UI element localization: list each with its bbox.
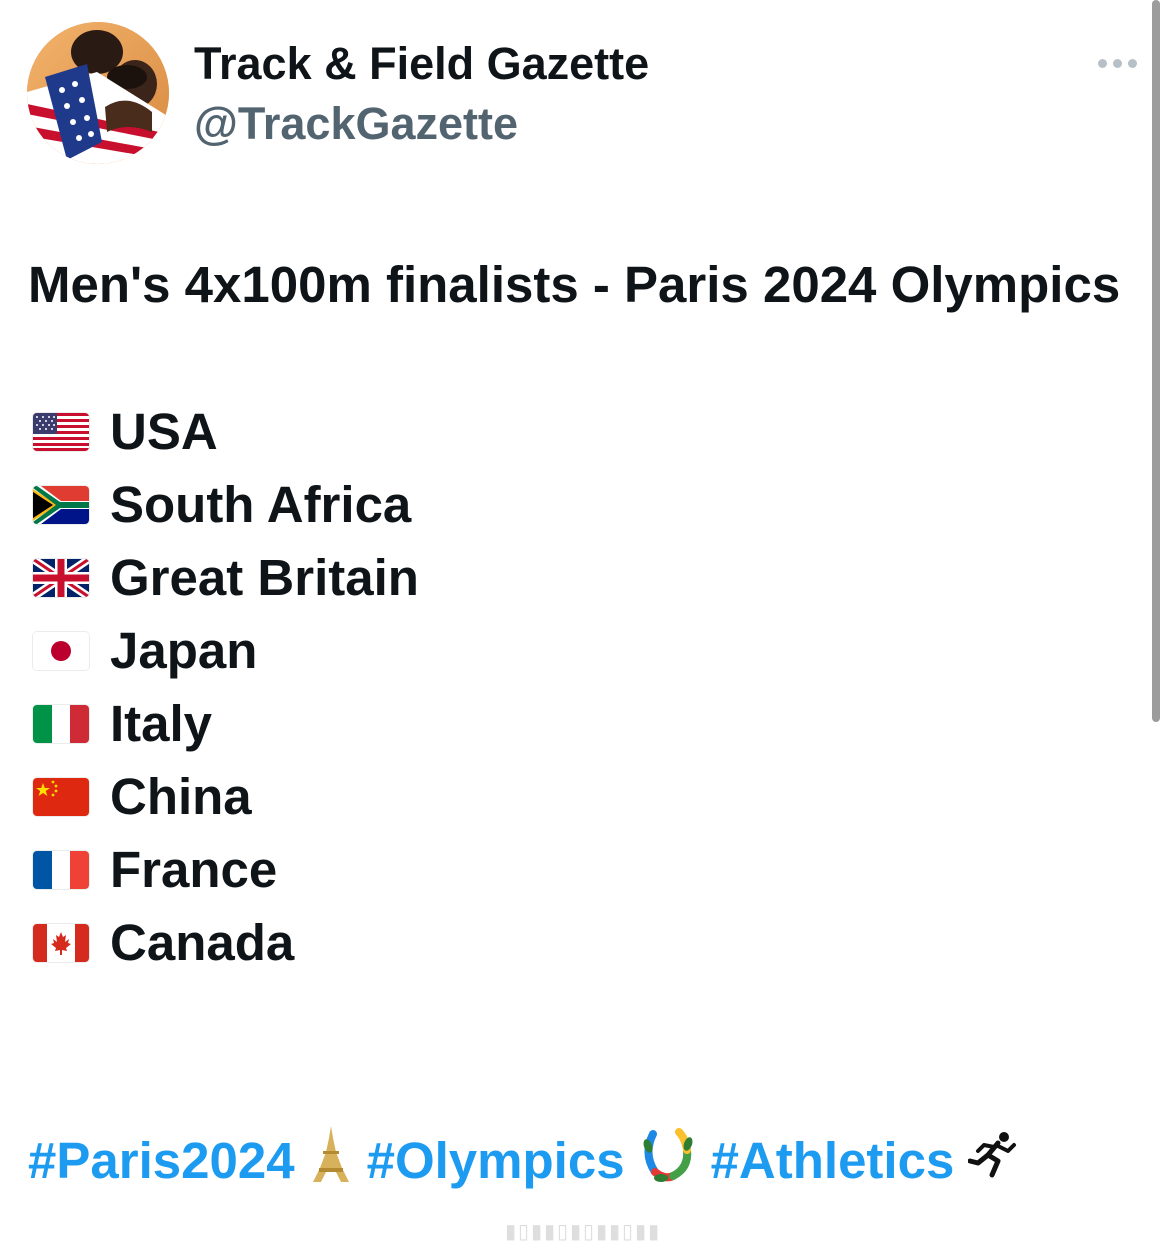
japan-flag-icon <box>33 631 89 670</box>
country-name: Great Britain <box>110 548 419 606</box>
uk-flag-icon <box>33 558 89 597</box>
list-item: Great Britain <box>28 541 1128 614</box>
avatar[interactable] <box>27 22 169 164</box>
runner-icon <box>967 1129 1018 1191</box>
display-name[interactable]: Track & Field Gazette <box>194 38 649 90</box>
avatar-photo <box>27 22 169 164</box>
more-dots-icon-dot <box>1112 58 1122 68</box>
country-name: South Africa <box>110 475 412 533</box>
tweet-headline: Men's 4x100m finalists - Paris 2024 Olym… <box>28 256 1121 313</box>
us-flag-icon <box>33 412 89 451</box>
laurel-wreath-icon <box>639 1124 697 1196</box>
italy-flag-icon <box>33 704 89 743</box>
country-name: USA <box>110 402 218 460</box>
eiffel-tower-icon <box>309 1124 353 1196</box>
list-item: South Africa <box>28 468 1128 541</box>
list-item: Japan <box>28 614 1128 687</box>
more-dots-icon-dot <box>1127 58 1137 68</box>
hashtag-paris2024[interactable]: #Paris2024 <box>28 1131 295 1190</box>
list-item: Italy <box>28 687 1128 760</box>
hashtag-olympics[interactable]: #Olympics <box>367 1131 625 1190</box>
list-item: Canada <box>28 906 1128 979</box>
south-africa-flag-icon <box>33 485 89 524</box>
canada-flag-icon <box>33 923 89 962</box>
more-dots-icon <box>1097 58 1107 68</box>
hashtags-row: #Paris2024 #Olympics #Athletics <box>28 1124 1018 1196</box>
more-options-button[interactable] <box>1090 48 1144 78</box>
list-item: USA <box>28 395 1128 468</box>
country-name: France <box>110 840 278 898</box>
list-item: China <box>28 760 1128 833</box>
watermark: ▮▯▮▮▯▮▯▮▮▯▮▮ <box>504 1221 662 1243</box>
list-item: France <box>28 833 1128 906</box>
france-flag-icon <box>33 850 89 889</box>
country-name: China <box>110 767 252 825</box>
tweet-text: Men's 4x100m finalists - Paris 2024 Olym… <box>28 248 1128 979</box>
country-name: Japan <box>110 621 258 679</box>
hashtag-athletics[interactable]: #Athletics <box>711 1131 955 1190</box>
finalists-list: USA South Africa Great Britain Japan Ita… <box>28 395 1128 979</box>
country-name: Canada <box>110 913 295 971</box>
user-handle[interactable]: @TrackGazette <box>194 98 518 150</box>
country-name: Italy <box>110 694 213 752</box>
china-flag-icon <box>33 777 89 816</box>
scrollbar[interactable] <box>1152 0 1160 722</box>
